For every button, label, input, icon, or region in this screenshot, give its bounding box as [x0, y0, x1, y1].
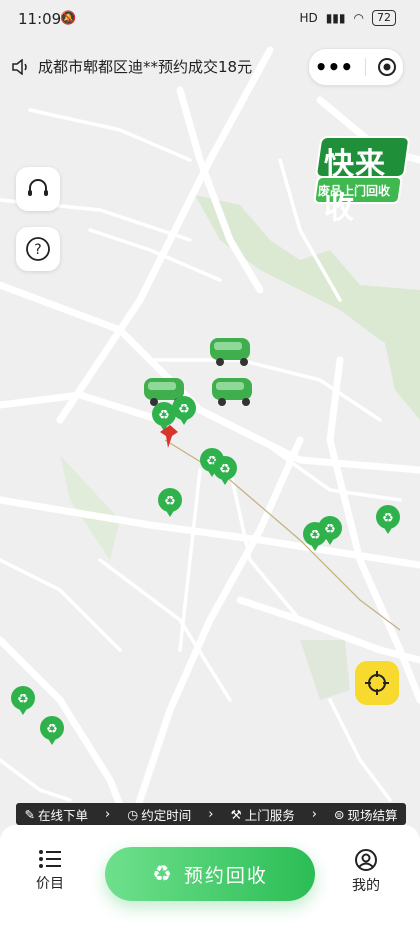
- capsule-divider: [364, 58, 366, 76]
- svg-text:♻: ♻: [17, 692, 29, 707]
- user-icon: [355, 849, 377, 871]
- svg-text:♻: ♻: [158, 408, 170, 423]
- brand-slogan: 废品上门回收: [318, 184, 391, 198]
- tab-price-list[interactable]: 价目: [36, 849, 64, 893]
- battery-indicator: 72: [372, 10, 396, 26]
- help-button[interactable]: ?: [16, 227, 60, 271]
- customer-service-button[interactable]: [16, 167, 60, 211]
- miniprogram-capsule: •••: [308, 48, 404, 86]
- notice-text: 成都市郫都区迪**预约成交18元: [38, 58, 253, 76]
- tab-profile[interactable]: 我的: [352, 849, 380, 895]
- wrench-icon: ⚒: [230, 806, 242, 822]
- locate-me-button[interactable]: [355, 661, 399, 705]
- step-online-order: ✎ 在线下单: [24, 806, 89, 823]
- step-settlement: ⊜ 现场结算: [333, 806, 398, 823]
- tab-price-list-label: 价目: [36, 876, 64, 892]
- chevron-right-icon: ›: [311, 806, 317, 822]
- order-notice: 成都市郫都区迪**预约成交18元: [12, 56, 252, 77]
- chevron-right-icon: ›: [208, 806, 214, 822]
- clock-icon: ◷: [127, 806, 139, 822]
- chevron-right-icon: ›: [105, 806, 111, 822]
- question-icon: ?: [26, 237, 50, 261]
- network-label: HD: [299, 11, 318, 25]
- bottom-bar: 价目 ♻ 预约回收 我的: [0, 825, 420, 933]
- step-schedule: ◷ 约定时间: [127, 806, 192, 823]
- svg-text:?: ?: [34, 242, 41, 258]
- tab-profile-label: 我的: [352, 878, 380, 894]
- svg-text:♻: ♻: [164, 494, 176, 509]
- step-door-service: ⚒ 上门服务: [230, 806, 295, 823]
- book-recycling-button[interactable]: ♻ 预约回收: [105, 847, 315, 901]
- svg-text:♻: ♻: [178, 402, 190, 417]
- pencil-icon: ✎: [24, 806, 35, 822]
- status-bar: 11:09 🔕 HD ▮▮▮ ◠ 72: [0, 0, 420, 38]
- crosshair-icon: [365, 671, 389, 695]
- speaker-icon: [12, 58, 27, 75]
- signal-icon: ▮▮▮: [325, 11, 346, 25]
- coin-icon: ⊜: [333, 806, 345, 822]
- svg-text:♻: ♻: [324, 522, 336, 537]
- recycle-icon: ♻: [152, 861, 174, 887]
- headset-icon: [28, 179, 48, 196]
- svg-text:♻: ♻: [46, 722, 58, 737]
- brand-logo: 快来收 废品上门回收: [310, 133, 410, 226]
- svg-text:♻: ♻: [382, 511, 394, 526]
- book-recycling-label: 预约回收: [183, 864, 268, 887]
- more-icon[interactable]: •••: [315, 57, 353, 77]
- close-miniprogram-icon[interactable]: [377, 57, 397, 77]
- service-steps: ✎ 在线下单 › ◷ 约定时间 › ⚒ 上门服务 › ⊜ 现场结算: [16, 803, 406, 825]
- svg-text:♻: ♻: [219, 462, 231, 477]
- mute-icon: 🔕: [60, 11, 77, 26]
- status-time: 11:09: [18, 10, 62, 28]
- list-icon: [39, 850, 61, 868]
- wifi-icon: ◠: [353, 11, 364, 25]
